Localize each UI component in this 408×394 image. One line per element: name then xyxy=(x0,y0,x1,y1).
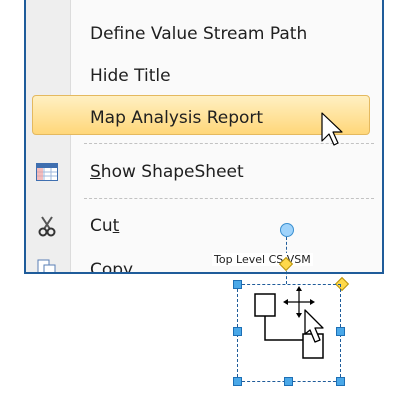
menu-item-label: Map Analysis Report xyxy=(90,108,264,128)
menu-separator xyxy=(84,143,374,144)
rotation-handle[interactable] xyxy=(280,223,294,237)
scissors-icon xyxy=(34,214,60,238)
shape-title: Top Level CS VSM xyxy=(212,253,313,266)
vsm-shape-graphic[interactable] xyxy=(237,284,341,382)
menu-item-define-value-stream-path[interactable]: Define Value Stream Path xyxy=(26,12,382,56)
menu-item-label: Hide Title xyxy=(90,66,171,86)
menu-separator xyxy=(84,198,374,199)
menu-item-label: Define Value Stream Path xyxy=(90,24,308,44)
copy-icon xyxy=(34,258,60,272)
menu-item-show-shapesheet[interactable]: Show ShapeSheet xyxy=(26,150,382,194)
menu-item-label: Show ShapeSheet xyxy=(90,162,244,182)
shapesheet-grid-icon xyxy=(34,160,60,184)
menu-item-label: Copy xyxy=(90,260,134,274)
menu-item-cut[interactable]: Cut xyxy=(26,204,382,248)
menu-item-copy[interactable]: Copy xyxy=(26,248,382,274)
menu-item-label: Cut xyxy=(90,216,120,236)
move-cursor-icon xyxy=(283,286,315,318)
menu-item-hide-title[interactable]: Hide Title xyxy=(26,54,382,98)
